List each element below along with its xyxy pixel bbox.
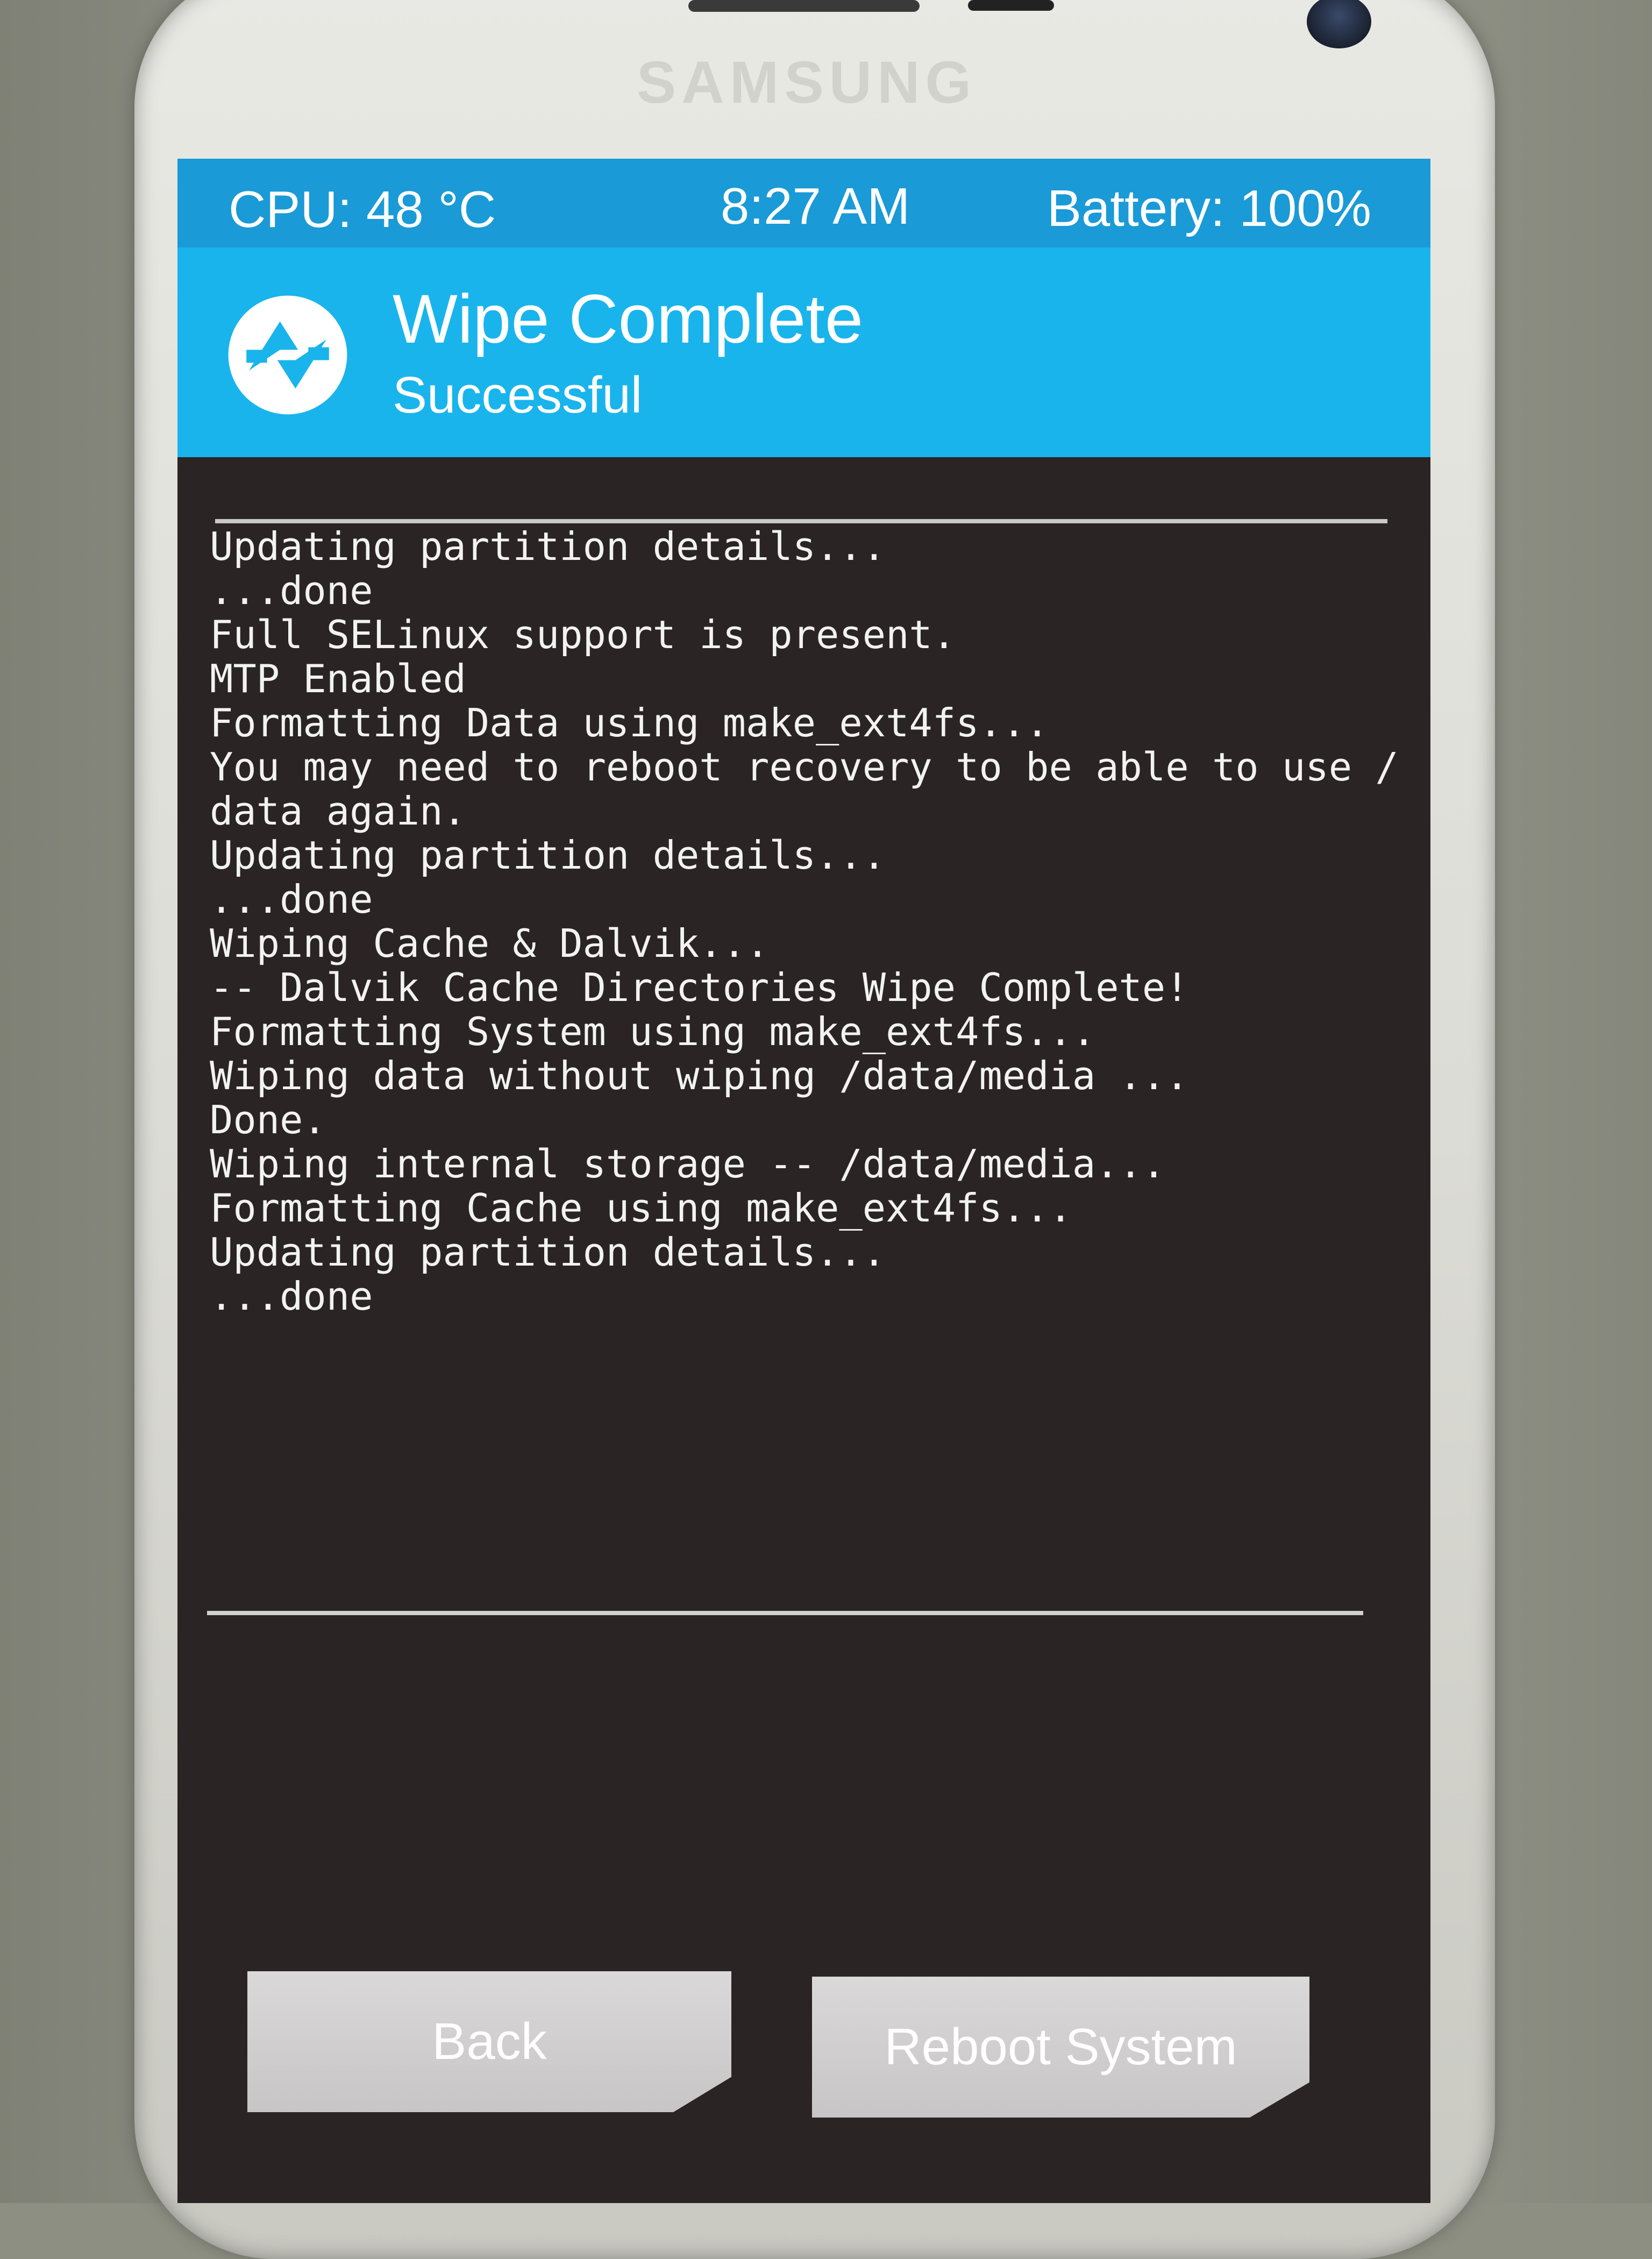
console-line: Wiping Cache & Dalvik... <box>210 921 770 966</box>
console-line: Done. <box>210 1097 326 1142</box>
status-bar: CPU: 48 °C 8:27 AM Battery: 100% <box>177 159 1430 247</box>
console-line: Formatting System using make_ext4fs... <box>210 1009 1096 1054</box>
console-line: You may need to reboot recovery to be ab… <box>210 744 1399 790</box>
console-line: data again. <box>210 788 466 834</box>
console-log: Updating partition details... ...done Fu… <box>210 524 1399 1471</box>
console-line: MTP Enabled <box>210 656 466 701</box>
back-button[interactable]: Back <box>247 1971 731 2112</box>
back-button-label: Back <box>432 2013 547 2070</box>
device-brand-logo: SAMSUNG <box>636 49 977 116</box>
page-title: Wipe Complete <box>393 281 863 358</box>
recovery-screen: CPU: 48 °C 8:27 AM Battery: 100% Wipe Co… <box>177 159 1430 2203</box>
reboot-system-button-label: Reboot System <box>884 2018 1237 2076</box>
console-line: -- Dalvik Cache Directories Wipe Complet… <box>210 965 1189 1010</box>
reboot-system-button[interactable]: Reboot System <box>812 1977 1309 2118</box>
header-banner: Wipe Complete Successful <box>177 247 1430 457</box>
clock: 8:27 AM <box>721 177 910 235</box>
console-line: ...done <box>210 1274 373 1319</box>
earpiece-speaker <box>688 0 920 12</box>
console-line: Updating partition details... <box>210 524 886 569</box>
console-line: ...done <box>210 877 373 922</box>
proximity-sensor <box>968 0 1054 11</box>
console-line: Updating partition details... <box>210 833 886 878</box>
twrp-logo-icon <box>228 295 347 415</box>
console-line: Formatting Cache using make_ext4fs... <box>210 1185 1072 1231</box>
console-line: Updating partition details... <box>210 1230 886 1275</box>
console-line: Formatting Data using make_ext4fs... <box>210 700 1049 745</box>
page-subtitle: Successful <box>393 366 643 424</box>
console-top-divider <box>215 519 1387 523</box>
console-line: Wiping data without wiping /data/media .… <box>210 1053 1189 1098</box>
console-line: ...done <box>210 568 373 613</box>
console-line: Wiping internal storage -- /data/media..… <box>210 1141 1166 1187</box>
cpu-temperature: CPU: 48 °C <box>229 181 496 238</box>
console-line: Full SELinux support is present. <box>210 612 956 657</box>
console-bottom-divider <box>207 1611 1363 1615</box>
battery-level: Battery: 100% <box>1047 180 1371 237</box>
